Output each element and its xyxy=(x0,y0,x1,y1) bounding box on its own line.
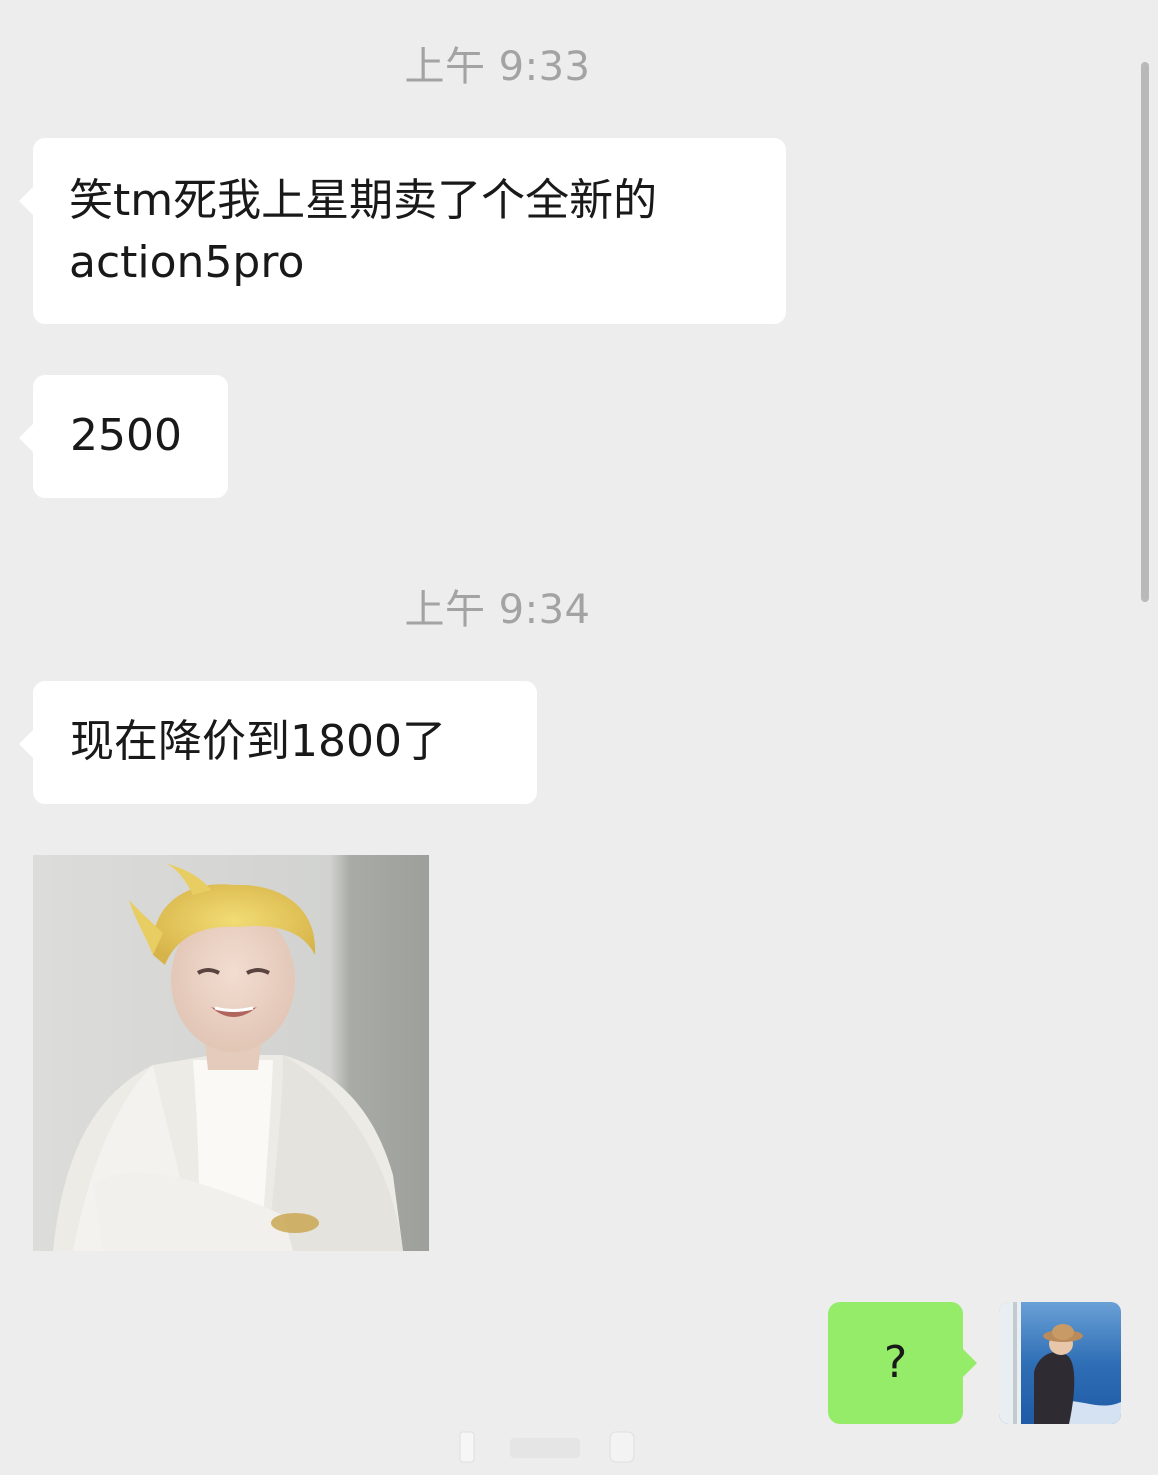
scrollbar[interactable] xyxy=(1141,62,1149,602)
message-text: action5pro xyxy=(69,237,305,288)
incoming-message-bubble[interactable]: 现在降价到1800了 xyxy=(19,681,537,804)
timestamp: 上午 9:34 xyxy=(404,587,591,633)
incoming-message-bubble[interactable]: 2500 xyxy=(19,375,228,498)
message-text: 笑tm死我上星期卖了个全新的 xyxy=(69,175,658,226)
user-avatar[interactable] xyxy=(999,1302,1121,1424)
timestamp: 上午 9:33 xyxy=(404,44,591,90)
incoming-message-bubble[interactable]: 笑tm死我上星期卖了个全新的 action5pro xyxy=(19,138,786,324)
sticker-image[interactable] xyxy=(33,855,429,1251)
home-indicator xyxy=(455,1430,695,1464)
message-text: 2500 xyxy=(70,410,182,461)
message-text: 现在降价到1800了 xyxy=(70,716,446,767)
message-text: ? xyxy=(883,1337,908,1388)
outgoing-message-bubble[interactable]: ? xyxy=(828,1302,977,1424)
